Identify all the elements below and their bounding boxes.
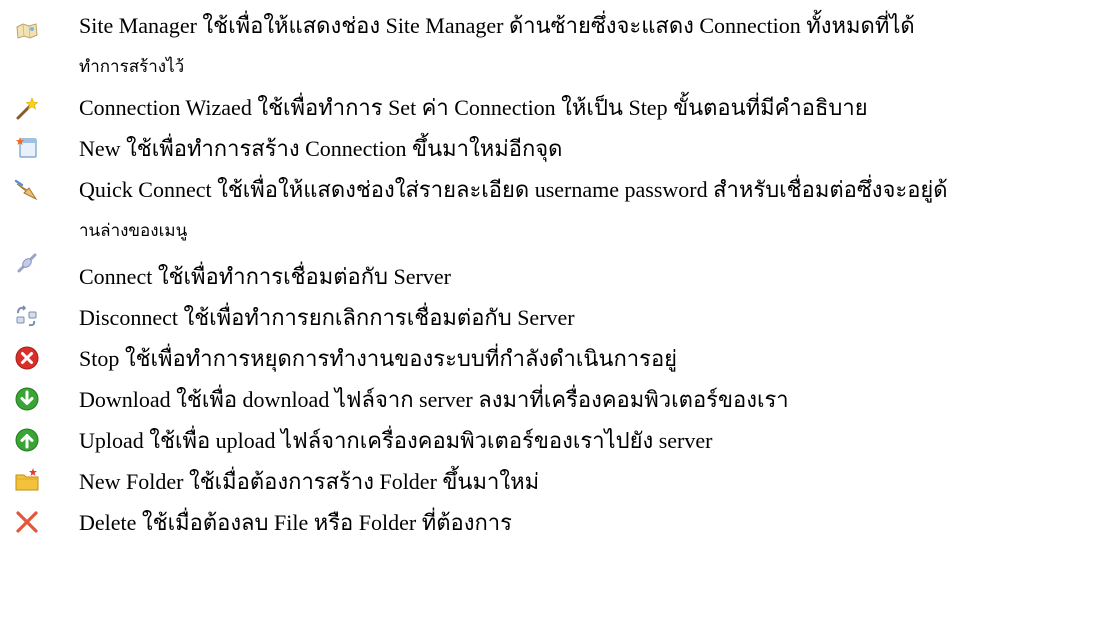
download-icon xyxy=(14,386,40,412)
list-item-text: New ใช้เพื่อทำการสร้าง Connection ขึ้นมา… xyxy=(79,136,563,161)
list-item-text: Disconnect ใช้เพื่อทำการยกเลิกการเชื่อมต… xyxy=(79,305,575,330)
list-item-text: Delete ใช้เมื่อต้องลบ File หรือ Folder ท… xyxy=(79,510,512,535)
list-item-text: Connection Wizaed ใช้เพื่อทำการ Set ค่า … xyxy=(79,95,868,120)
upload-icon xyxy=(14,427,40,453)
document-page: Site Manager ใช้เพื่อให้แสดงช่อง Site Ma… xyxy=(0,0,1105,630)
disconnect-icon xyxy=(14,303,40,329)
item-line-1: Site Manager ใช้เพื่อให้แสดงช่อง Site Ma… xyxy=(79,13,915,38)
new-connection-icon xyxy=(14,134,40,160)
site-manager-icon xyxy=(14,18,40,44)
delete-icon xyxy=(14,509,40,535)
item-line-2: านล่างของเมนู xyxy=(79,221,188,240)
item-line-1: Quick Connect ใช้เพื่อให้แสดงช่องใส่รายล… xyxy=(79,177,948,202)
list-item-text: Stop ใช้เพื่อทำการหยุดการทำงานของระบบที่… xyxy=(79,346,678,371)
new-folder-icon xyxy=(14,467,40,493)
connection-wizard-icon xyxy=(14,95,40,121)
connect-icon xyxy=(14,250,40,276)
list-item-text: New Folder ใช้เมื่อต้องการสร้าง Folder ข… xyxy=(79,469,540,494)
list-item-text: Connect ใช้เพื่อทำการเชื่อมต่อกับ Server xyxy=(79,264,451,289)
stop-icon xyxy=(14,345,40,371)
quick-connect-icon xyxy=(14,177,40,203)
list-item-text: Download ใช้เพื่อ download ไฟล์จาก serve… xyxy=(79,387,789,412)
list-item-text: Site Manager ใช้เพื่อให้แสดงช่อง Site Ma… xyxy=(79,5,1089,87)
item-line-2: ทำการสร้างไว้ xyxy=(79,57,185,76)
list-item-text: Quick Connect ใช้เพื่อให้แสดงช่องใส่รายล… xyxy=(79,169,1089,251)
list-item-text: Upload ใช้เพื่อ upload ไฟล์จากเครื่องคอม… xyxy=(79,428,713,453)
